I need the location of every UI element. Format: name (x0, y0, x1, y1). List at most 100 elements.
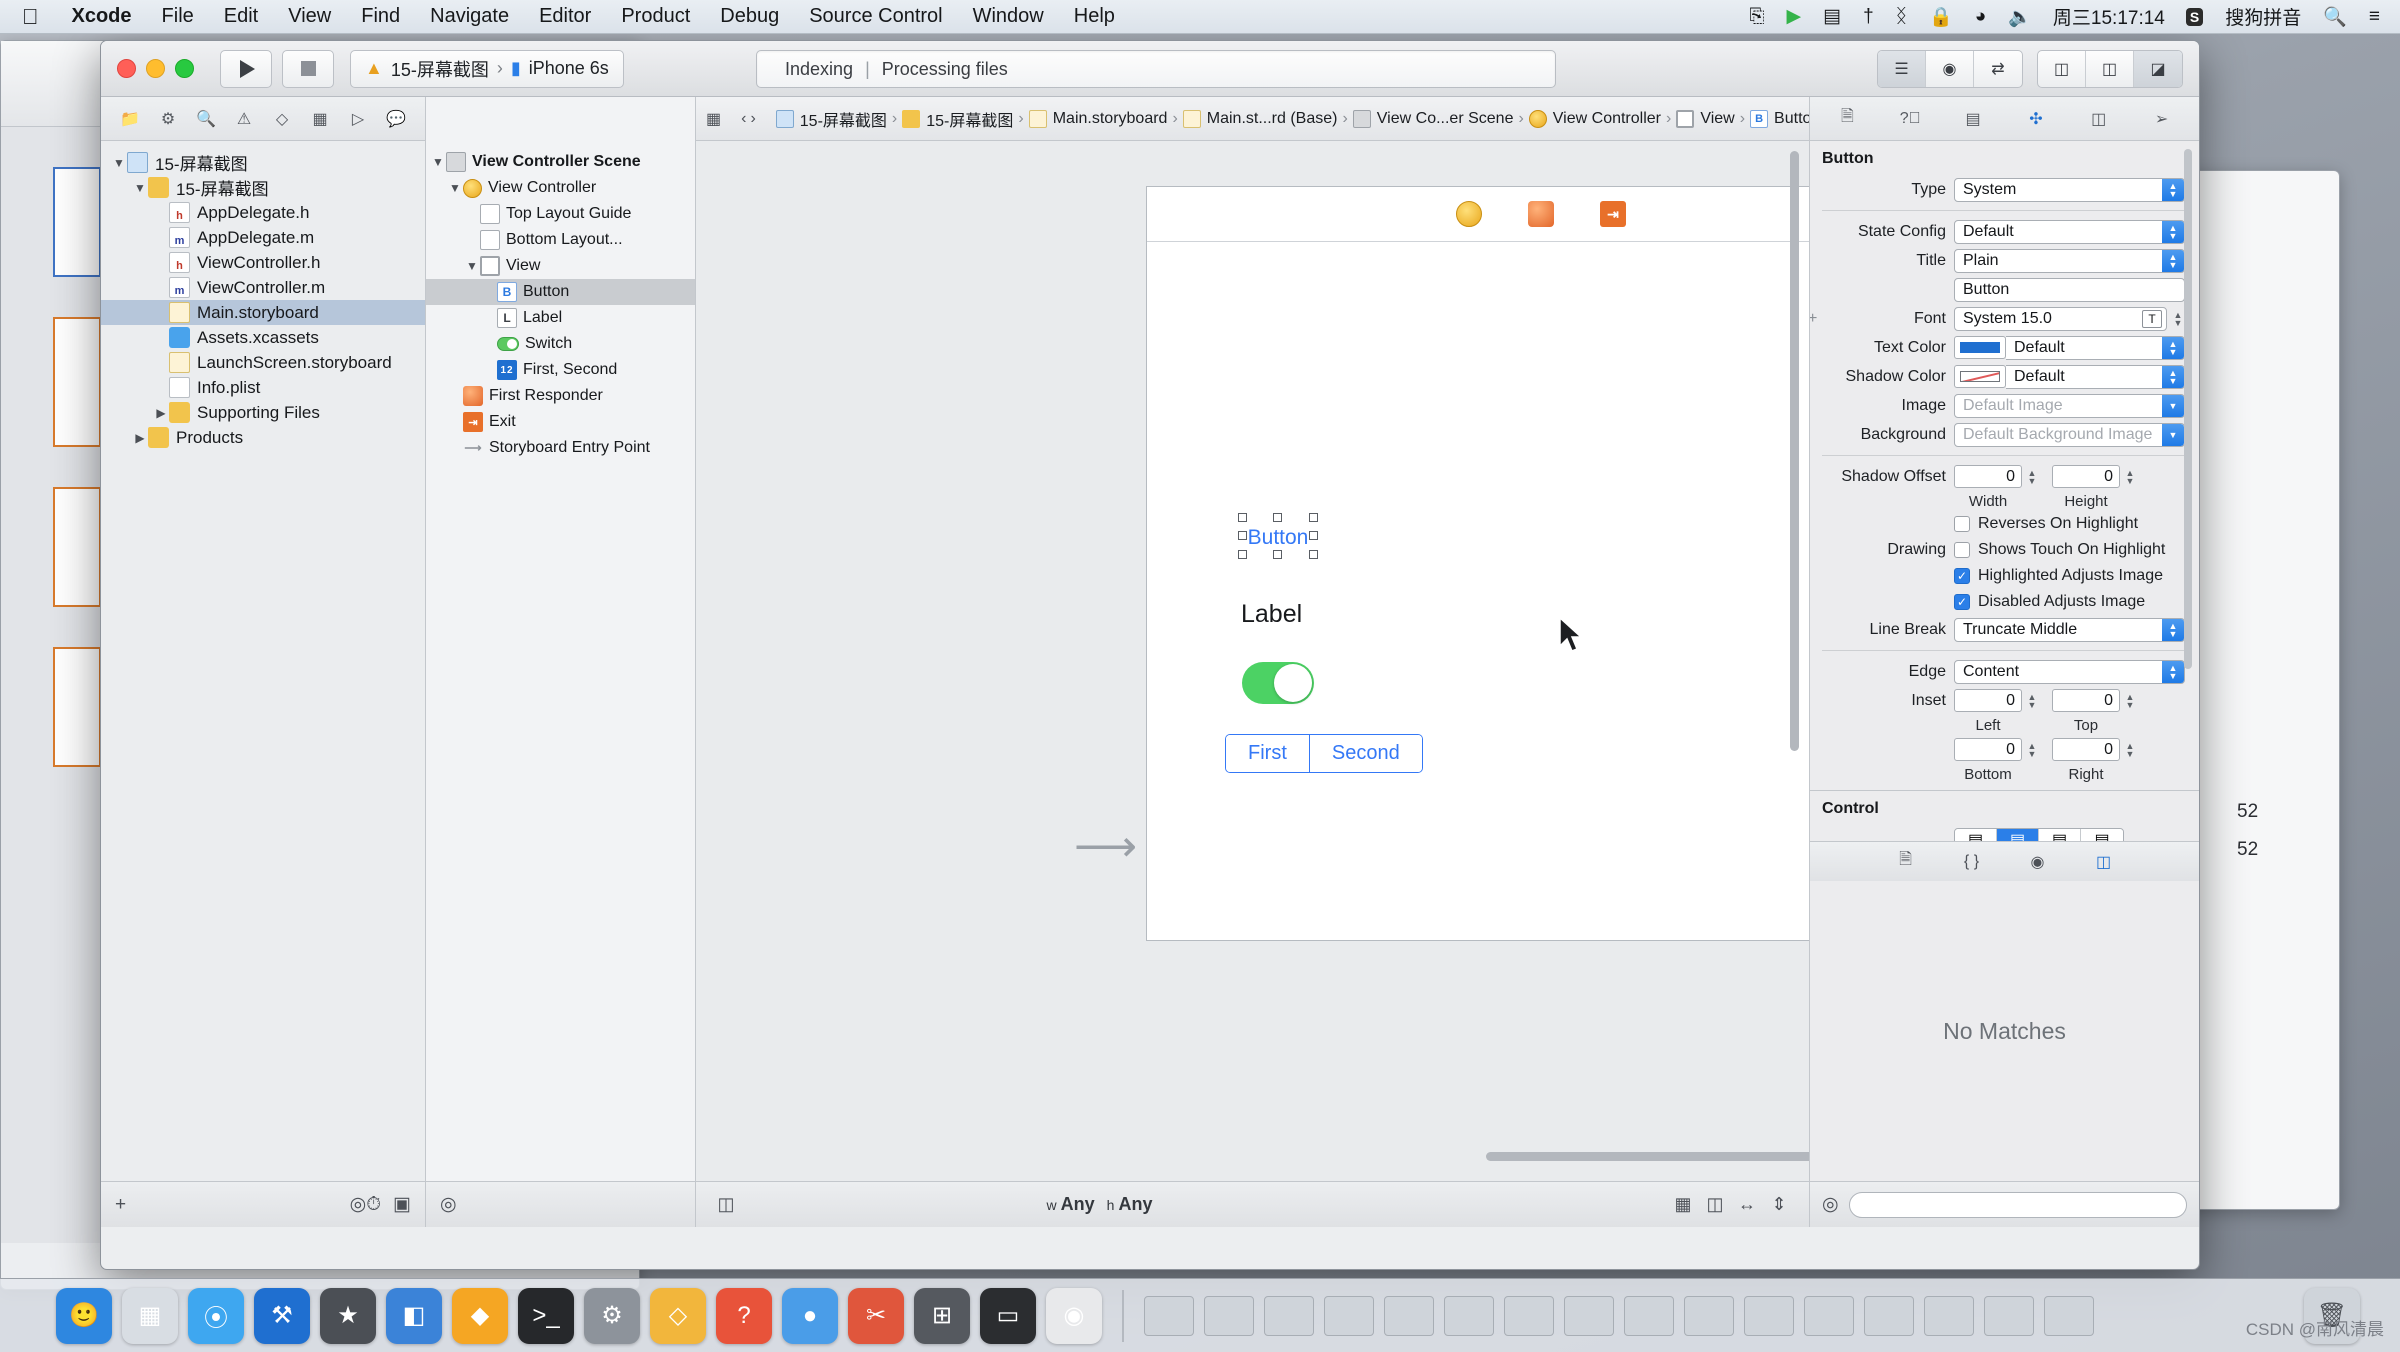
shadow-offset-width-stepper[interactable]: ▲▼ (2025, 469, 2039, 485)
menu-item-help[interactable]: Help (1059, 5, 1130, 28)
title-popup[interactable]: Plain ▲▼ (1954, 249, 2185, 273)
quick-help-icon[interactable]: ?⃝ (1897, 108, 1923, 130)
canvas-button-selected[interactable]: Button (1242, 517, 1314, 555)
breadcrumb[interactable]: 15-屏幕截图›15-屏幕截图›Main.storyboard›Main.st.… (776, 107, 1809, 131)
font-size-stepper[interactable]: ▲▼ (2171, 311, 2185, 327)
object-library-icon[interactable]: ◉ (2025, 850, 2051, 874)
firefox-icon[interactable]: ● (782, 1288, 838, 1344)
first-responder-icon[interactable] (1528, 201, 1554, 227)
disclosure-triangle[interactable]: ▼ (111, 156, 127, 170)
jump-bar[interactable]: ▦ ‹ › 15-屏幕截图›15-屏幕截图›Main.storyboard›Ma… (696, 97, 1809, 141)
canvas-segmented-control[interactable]: First Second (1225, 734, 1423, 773)
disclosure-triangle[interactable]: ▶ (132, 431, 148, 445)
canvas-horizontal-scrollbar[interactable] (696, 1152, 1809, 1165)
menu-item-file[interactable]: File (147, 5, 209, 28)
field-shadow-color[interactable]: Shadow Color Default ▲▼ (1810, 362, 2199, 391)
dock-minimized-window[interactable] (1984, 1296, 2034, 1336)
document-outline-toggle-icon[interactable]: ◫ (710, 1192, 742, 1218)
field-inset-bottom-row[interactable]: 0 ▲▼ 0 ▲▼ (1810, 735, 2199, 764)
dock-minimized-window[interactable] (1624, 1296, 1674, 1336)
related-items-icon[interactable]: ▦ (706, 107, 721, 131)
shadow-offset-height-stepper[interactable]: ▲▼ (2123, 469, 2137, 485)
sketch3-icon[interactable]: ◆ (452, 1288, 508, 1344)
dock-minimized-window[interactable] (1324, 1296, 1374, 1336)
dock-minimized-window[interactable] (1804, 1296, 1854, 1336)
view-toggle-group[interactable]: ◫ ◫ ◪ (2037, 50, 2183, 88)
inspector-footer[interactable]: ◎ (1810, 1181, 2199, 1227)
inset-right-input[interactable]: 0 (2052, 738, 2120, 761)
chrome-icon[interactable]: ◉ (1046, 1288, 1102, 1344)
settings-icon[interactable]: ⚙ (584, 1288, 640, 1344)
dock-minimized-window[interactable] (1444, 1296, 1494, 1336)
outline-row-9[interactable]: First Responder (426, 383, 695, 409)
line-break-popup[interactable]: Truncate Middle ▲▼ (1954, 618, 2185, 642)
sourcecontrol-filter-icon[interactable]: ▣ (393, 1193, 411, 1216)
checkbox-reverses-on-highlight[interactable]: Reverses On Highlight (1810, 511, 2199, 537)
question-app-icon[interactable]: ? (716, 1288, 772, 1344)
menu-item-view[interactable]: View (273, 5, 346, 28)
breadcrumb-item-5[interactable]: View Controller (1529, 110, 1661, 128)
disclosure-triangle[interactable]: ▼ (430, 155, 446, 169)
checkbox-shows-touch-on-highlight[interactable]: Drawing Shows Touch On Highlight (1810, 537, 2199, 563)
exit-icon[interactable]: ⇥ (1600, 201, 1626, 227)
menu-item-navigate[interactable]: Navigate (415, 5, 524, 28)
resize-handle[interactable] (1273, 513, 1282, 522)
menu-item-window[interactable]: Window (958, 5, 1059, 28)
segment-second[interactable]: Second (1310, 735, 1422, 772)
disclosure-triangle[interactable]: ▶ (153, 406, 169, 420)
navigator-row-5[interactable]: mViewController.m (101, 275, 425, 300)
code-snippet-library-icon[interactable]: { } (1959, 850, 1985, 874)
font-field[interactable]: System 15.0 T (1954, 307, 2167, 331)
navigator-toggle-icon[interactable]: ◫ (2038, 51, 2086, 87)
clock-icon[interactable]: ⏱ (366, 1194, 381, 1216)
filter-icon[interactable]: ◎ (1822, 1193, 1839, 1216)
update-badge-icon[interactable]: ▶ (1776, 5, 1813, 28)
checkbox-box[interactable]: ✓ (1954, 594, 1970, 610)
outline-row-2[interactable]: Top Layout Guide (426, 201, 695, 227)
scene-dock[interactable]: ⇥ (1147, 187, 1809, 242)
imovie-icon[interactable]: ★ (320, 1288, 376, 1344)
breadcrumb-item-0[interactable]: 15-屏幕截图 (776, 107, 887, 131)
resolve-issues-icon[interactable]: ⇕ (1763, 1192, 1795, 1218)
inspector-scrollbar[interactable] (2184, 149, 2195, 833)
document-outline-footer[interactable]: ◎ (426, 1181, 695, 1227)
image-combo[interactable]: Default Image ▼ (1954, 394, 2185, 418)
field-inset-top-row[interactable]: Inset 0 ▲▼ 0 ▲▼ (1810, 686, 2199, 715)
close-button[interactable] (117, 59, 136, 78)
inset-right-stepper[interactable]: ▲▼ (2123, 742, 2137, 758)
inset-top-input[interactable]: 0 (2052, 689, 2120, 712)
dock-minimized-window[interactable] (1684, 1296, 1734, 1336)
breakpoint-navigator-icon[interactable]: ▷ (344, 108, 372, 130)
breadcrumb-item-4[interactable]: View Co...er Scene (1353, 110, 1514, 128)
debug-area-toggle-icon[interactable]: ◫ (2086, 51, 2134, 87)
file-template-library-icon[interactable]: 🗎 (1893, 850, 1919, 874)
dock-minimized-window[interactable] (1384, 1296, 1434, 1336)
standard-editor-icon[interactable]: ☰ (1878, 51, 1926, 87)
align-icon[interactable]: ◫ (1699, 1192, 1731, 1218)
inset-bottom-input[interactable]: 0 (1954, 738, 2022, 761)
minimize-button[interactable] (146, 59, 165, 78)
dock-minimized-window[interactable] (1924, 1296, 1974, 1336)
field-title[interactable]: Title Plain ▲▼ (1810, 246, 2199, 275)
outline-row-4[interactable]: ▼View (426, 253, 695, 279)
font-picker-icon[interactable]: T (2142, 310, 2162, 328)
debug-navigator-icon[interactable]: ▦ (306, 108, 334, 130)
resize-handle[interactable] (1273, 550, 1282, 559)
text-color-well[interactable] (1954, 336, 2006, 359)
checkbox-box[interactable] (1954, 516, 1970, 532)
menu-item-source-control[interactable]: Source Control (794, 5, 957, 28)
menu-item-product[interactable]: Product (606, 5, 705, 28)
navigator-row-2[interactable]: hAppDelegate.h (101, 200, 425, 225)
outline-row-6[interactable]: LLabel (426, 305, 695, 331)
connections-inspector-icon[interactable]: ➢ (2149, 108, 2175, 130)
navigator-footer[interactable]: + ◎ ⏱ ▣ (101, 1181, 425, 1227)
canvas-label[interactable]: Label (1241, 600, 1302, 629)
embed-in-icon[interactable]: ▦ (1667, 1192, 1699, 1218)
terminal-icon[interactable]: >_ (518, 1288, 574, 1344)
outline-row-3[interactable]: Bottom Layout... (426, 227, 695, 253)
navigator-tab-bar[interactable]: 📁 ⚙ 🔍 ⚠ ◇ ▦ ▷ 💬 (101, 97, 425, 141)
state-config-popup[interactable]: Default ▲▼ (1954, 220, 2185, 244)
control-alignment-row[interactable]: ▤ ▤ ▤ ▤ (1810, 825, 2199, 841)
pin-icon[interactable]: ↔ (1731, 1192, 1763, 1218)
size-class-indicator[interactable]: w Any h Any (1047, 1194, 1153, 1215)
